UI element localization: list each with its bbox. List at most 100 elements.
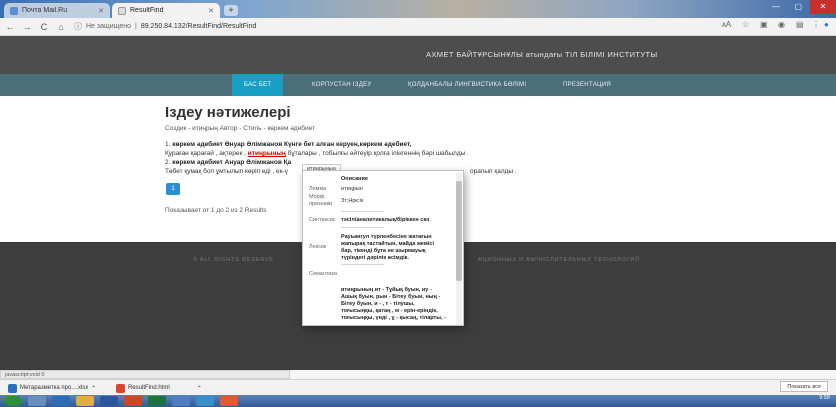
popup-divider: -------------------------------- (341, 225, 384, 231)
nav-corpus-search[interactable]: КОРПУСТАН ІЗДЕУ (312, 74, 372, 96)
result-number: 2. (165, 159, 171, 166)
browser-tab-resultfind[interactable]: ResultFind ✕ (112, 3, 220, 18)
result-number: 1. (165, 141, 171, 148)
extension-icon[interactable]: ◉ (778, 20, 785, 29)
security-label: Не защищено (86, 23, 131, 30)
morph-label: Морф. признаки (309, 194, 333, 207)
result-source: көркем әдебиет Ануар Әлімжанов Қа (172, 159, 292, 166)
lexis-value-2: жапырақ тастайтын, майда жемісі (341, 241, 434, 247)
pager-info: Показывает от 1 до 2 из 2 Results (165, 207, 267, 214)
status-bar: javascript:void 0 (0, 370, 290, 379)
word-icon[interactable] (100, 396, 118, 406)
download-label: Метаразметка про....xlsx (20, 385, 89, 391)
bookmark-star-icon[interactable]: ☆ (742, 20, 749, 29)
morph-value: Зт;Нрк;Ік (341, 198, 364, 204)
result-text-before: Қураған қарағай , ақтерек , (165, 150, 248, 157)
search-meta: Создик - итиңрың Автор - Стиль - көркем … (165, 125, 316, 132)
semantics-line-5: тоғысыңқы, үнді , ұ - қысаң, тіларты, - (341, 315, 446, 321)
lexis-value-3: бар, тікенді бұта не шырмауық (341, 248, 426, 254)
window-minimize-button[interactable]: — (772, 2, 780, 11)
browser-tab-mail[interactable]: Почта Mail.Ru ✕ (4, 3, 110, 18)
lemma-label: Лемма (309, 186, 327, 192)
download-item-html[interactable]: ResultFind.html ⌃ (116, 382, 202, 394)
nav-home[interactable]: БАС БЕТ (232, 74, 284, 96)
result-text-before: Төбет қумақ боп ұмтылып көріп еді , ек-ү (165, 168, 288, 175)
chrome-file-icon (116, 383, 125, 393)
semantics-line-2: Ашық буын, рын - Бітеу буын, ның - (341, 294, 441, 300)
lemma-value: итиңрын (341, 186, 363, 192)
popup-heading: Описание (341, 176, 368, 182)
footer-copyright: © ALL RIGHTS RESERVE (193, 257, 274, 263)
excel-icon[interactable] (148, 396, 166, 406)
semantics-line-3: Бітеу буын, и - , т - тілушы, (341, 301, 415, 307)
result-item-2-text-tail: орапып қалды . (470, 168, 517, 175)
download-label: ResultFind.html (128, 385, 170, 391)
tab-label: Почта Mail.Ru (22, 7, 68, 14)
site-title-tail: ТІЛ БІЛІМІ ИНСТИТУТЫ (564, 50, 658, 59)
chrome-icon[interactable] (220, 396, 238, 406)
url-text[interactable]: 89.250.84.132/ResultFind/ResultFind (141, 23, 257, 30)
lexis-label: Лексик (309, 244, 327, 250)
tab-label: ResultFind (130, 7, 164, 14)
info-icon[interactable]: ⓘ (74, 21, 82, 32)
address-bar[interactable]: ⓘ Не защищено | 89.250.84.132/ResultFind… (74, 20, 634, 34)
taskbar-app-icon[interactable] (196, 396, 214, 406)
syntax-value: тәсіл/аналитикалық/біріккен сөз (341, 217, 430, 223)
explorer-icon[interactable] (76, 396, 94, 406)
extension-icon[interactable]: ▤ (796, 20, 804, 29)
result-item-1-text: Қураған қарағай , ақтерек , итиңрының бұ… (165, 150, 469, 157)
page-title: Іздеу нәтижелері (165, 104, 291, 121)
lexis-value-4: түріндегі дәрілік өсімдік. (341, 255, 409, 261)
footer-org: АЦИОННЫХ И ВЫЧИСЛИТЕЛЬНЫХ ТЕХНОЛОГИЙ (478, 257, 640, 263)
excel-file-icon (8, 383, 17, 393)
reload-icon[interactable]: C (37, 20, 51, 34)
window-maximize-button[interactable]: ▢ (794, 2, 802, 11)
site-title-main: АХМЕТ БАЙТҰРСЫНҰЛЫ атындағы (426, 50, 563, 59)
semantics-label: Семантика (309, 271, 338, 277)
page-favicon-icon (118, 6, 126, 15)
result-item-1-header: 1. көркем әдебиет Өнуар Әлімжанов Күнге … (165, 141, 412, 148)
extension-icon[interactable]: ▣ (760, 20, 768, 29)
browser-toolbar: ← → C ⌂ ⓘ Не защищено | 89.250.84.132/Re… (0, 18, 836, 36)
clock[interactable]: 9:58 (819, 395, 830, 401)
popup-scroll-thumb[interactable] (456, 181, 462, 281)
new-tab-button[interactable]: + (224, 5, 238, 16)
syntax-label: Синтаксис (309, 217, 336, 223)
nav-applied-linguistics[interactable]: ҚОЛДАНБАЛЫ ЛИНГВИСТИКА БӨЛІМІ (408, 74, 526, 96)
highlighted-word[interactable]: итиңрының (248, 150, 286, 157)
show-all-downloads-button[interactable]: Показать все (780, 381, 828, 392)
page-1-button[interactable]: 1 (166, 183, 180, 195)
mail-favicon-icon (10, 6, 18, 15)
result-item-2-header: 2. көркем әдебиет Ануар Әлімжанов Қа (165, 159, 291, 166)
nav-presentation[interactable]: ПРЕЗЕНТАЦИЯ (563, 74, 611, 96)
start-button-icon[interactable] (4, 396, 22, 406)
window-close-button[interactable]: ✕ (810, 0, 836, 14)
forward-icon[interactable]: → (20, 20, 34, 34)
semantics-line-1: итиңрының ит - Тұйық буын, иу - (341, 287, 432, 293)
chevron-up-icon[interactable]: ⌃ (197, 385, 202, 392)
taskbar-app-icon[interactable] (28, 396, 46, 406)
taskbar-app-icon[interactable] (172, 396, 190, 406)
tab-close-icon[interactable]: ✕ (98, 7, 104, 15)
word-info-popup: Описание Лемма итиңрын Морф. признаки Зт… (302, 170, 464, 326)
tab-close-icon[interactable]: ✕ (208, 7, 214, 15)
popup-divider: -------------------------------- (341, 209, 384, 215)
chevron-up-icon[interactable]: ⌃ (91, 385, 96, 392)
powerpoint-icon[interactable] (124, 396, 142, 406)
popup-divider: -------------------------------- (341, 262, 384, 268)
result-text-after: бұталары , тобылғы әйтеуір қолға ілінген… (285, 150, 469, 157)
semantics-line-4: тоғысыңқы, қатаң , м - ерін-еріндік, (341, 308, 438, 314)
menu-icon[interactable]: ⋮ (812, 20, 820, 29)
profile-icon[interactable]: ● (824, 20, 829, 29)
site-header (0, 36, 836, 74)
download-item-xlsx[interactable]: Метаразметка про....xlsx ⌃ (8, 382, 96, 394)
back-icon[interactable]: ← (3, 20, 17, 34)
address-separator: | (135, 23, 137, 30)
lexis-value-1: Рауьангул түрленбесіне жатағын (341, 234, 432, 240)
translate-icon[interactable]: 🗚 (722, 20, 731, 30)
result-item-2-text: Төбет қумақ боп ұмтылып көріп еді , ек-ү (165, 168, 288, 175)
result-source: көркем әдебиет Өнуар Әлімжанов Күнге бет… (172, 141, 412, 148)
ie-icon[interactable] (52, 396, 70, 406)
home-icon[interactable]: ⌂ (54, 20, 68, 34)
site-title: АХМЕТ БАЙТҰРСЫНҰЛЫ атындағы ТІЛ БІЛІМІ И… (426, 50, 658, 59)
